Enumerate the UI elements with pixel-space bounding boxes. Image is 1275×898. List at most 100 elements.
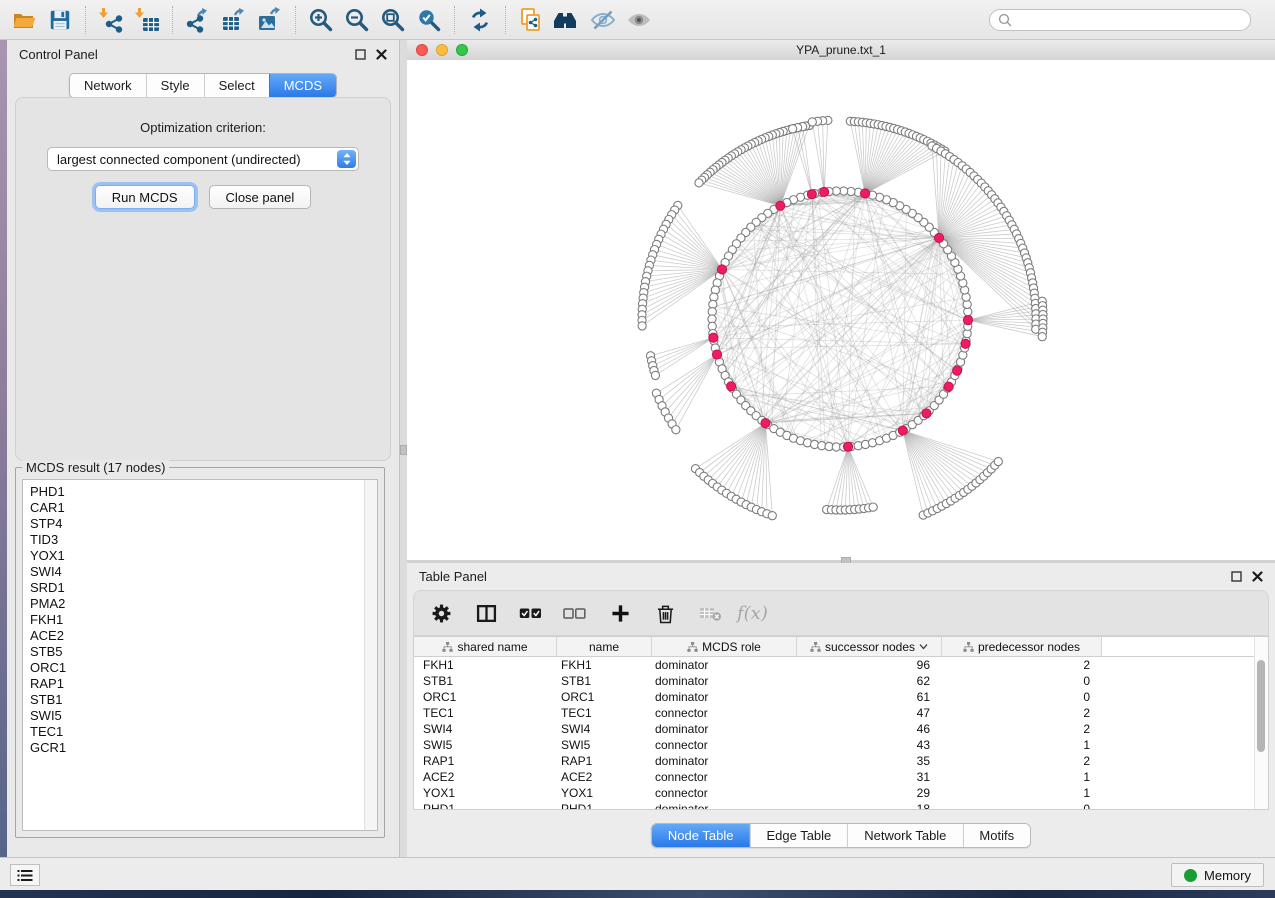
mcds-result-item[interactable]: STP4 [30,516,377,532]
splitter-grip[interactable] [400,445,407,455]
table-cell: 1 [942,786,1102,800]
column-header-label: successor nodes [825,640,915,654]
table-row[interactable]: PHD1PHD1dominator180 [414,801,1268,810]
mcds-result-item[interactable]: YOX1 [30,548,377,564]
show-graphics-icon[interactable] [621,4,657,36]
column-header-MCDS-role[interactable]: MCDS role [652,637,797,657]
search-input[interactable] [989,9,1251,31]
network-canvas[interactable] [407,60,1275,560]
tab-edge-table[interactable]: Edge Table [749,824,847,847]
column-header-name[interactable]: name [557,637,652,657]
import-table-icon[interactable] [129,4,165,36]
table-row[interactable]: SWI5SWI5connector431 [414,737,1268,753]
table-row[interactable]: FKH1FKH1dominator962 [414,657,1268,673]
control-panel-tabs: NetworkStyleSelectMCDS [69,73,337,98]
mcds-result-item[interactable]: FKH1 [30,612,377,628]
close-panel-icon[interactable] [1252,571,1263,582]
select-all-icon[interactable] [519,606,542,621]
column-header-shared-name[interactable]: shared name [414,637,557,657]
tab-motifs[interactable]: Motifs [962,824,1030,847]
table-panel-title: Table Panel [419,569,487,584]
table-cell: 29 [797,786,942,800]
node-table-header: shared namenameMCDS role successor nodes p… [414,637,1268,657]
table-cell: dominator [652,690,797,704]
tab-style[interactable]: Style [146,74,204,97]
memory-button[interactable]: Memory [1171,863,1264,887]
close-window-icon[interactable] [416,44,428,56]
add-column-icon[interactable] [611,604,630,623]
tab-node-table[interactable]: Node Table [652,824,750,847]
mcds-result-item[interactable]: RAP1 [30,676,377,692]
table-row[interactable]: ORC1ORC1dominator610 [414,689,1268,705]
table-scrollbar[interactable] [1254,637,1268,809]
toolbar-separator [172,6,173,34]
table-cell: FKH1 [557,658,652,672]
close-panel-button[interactable]: Close panel [209,185,312,209]
table-cell: dominator [652,754,797,768]
settings-gear-icon[interactable] [431,603,452,624]
run-mcds-button[interactable]: Run MCDS [95,185,195,209]
delete-column-icon[interactable] [656,603,675,624]
vertical-splitter[interactable] [400,40,407,857]
export-network-icon[interactable] [180,4,216,36]
mcds-result-item[interactable]: STB5 [30,644,377,660]
float-panel-icon[interactable] [1231,571,1242,582]
column-header-successor-nodes[interactable]: successor nodes [797,637,942,657]
tab-network-table[interactable]: Network Table [847,824,962,847]
mcds-result-item[interactable]: CAR1 [30,500,377,516]
zoom-in-icon[interactable] [303,4,339,36]
mcds-result-item[interactable]: SRD1 [30,580,377,596]
close-panel-icon[interactable] [376,49,387,60]
mcds-result-item[interactable]: SWI5 [30,708,377,724]
mcds-result-item[interactable]: TEC1 [30,724,377,740]
table-cell: 2 [942,754,1102,768]
minimize-window-icon[interactable] [436,44,448,56]
maximize-window-icon[interactable] [456,44,468,56]
import-network-icon[interactable] [93,4,129,36]
table-row[interactable]: SWI4SWI4dominator462 [414,721,1268,737]
mcds-result-item[interactable]: STB1 [30,692,377,708]
zoom-fit-icon[interactable] [375,4,411,36]
optimization-criterion-select[interactable]: largest connected component (undirected) [47,147,359,171]
toolbar-separator [454,6,455,34]
first-neighbors-icon[interactable] [549,4,585,36]
table-row[interactable]: ACE2ACE2connector311 [414,769,1268,785]
table-cell: 18 [797,802,942,810]
mcds-result-item[interactable]: ORC1 [30,660,377,676]
tab-select[interactable]: Select [204,74,269,97]
table-row[interactable]: YOX1YOX1connector291 [414,785,1268,801]
deselect-all-icon[interactable] [563,606,586,621]
zoom-selected-icon[interactable] [411,4,447,36]
mcds-result-item[interactable]: PHD1 [30,484,377,500]
export-image-icon[interactable] [252,4,288,36]
save-session-icon[interactable] [42,4,78,36]
export-table-icon[interactable] [216,4,252,36]
network-view-titlebar[interactable]: YPA_prune.txt_1 [407,40,1275,61]
status-bar: Memory [0,857,1275,890]
refresh-view-icon[interactable] [462,4,498,36]
zoom-out-icon[interactable] [339,4,375,36]
mcds-result-listbox[interactable]: PHD1CAR1STP4TID3YOX1SWI4SRD1PMA2FKH1ACE2… [22,479,378,831]
open-session-icon[interactable] [6,4,42,36]
duplicate-network-icon[interactable] [513,4,549,36]
float-panel-icon[interactable] [355,49,366,60]
table-row[interactable]: TEC1TEC1connector472 [414,705,1268,721]
table-row[interactable]: RAP1RAP1dominator352 [414,753,1268,769]
node-table-body: FKH1FKH1dominator962STB1STB1dominator620… [414,657,1268,810]
mcds-list-scrollbar[interactable] [364,480,377,830]
table-cell: 35 [797,754,942,768]
table-scrollbar-thumb[interactable] [1257,660,1265,752]
hide-graphics-icon[interactable] [585,4,621,36]
mcds-result-item[interactable]: PMA2 [30,596,377,612]
mcds-result-item[interactable]: GCR1 [30,740,377,756]
mcds-result-item[interactable]: SWI4 [30,564,377,580]
task-history-button[interactable] [10,864,40,886]
column-header-predecessor-nodes[interactable]: predecessor nodes [942,637,1102,657]
tab-network[interactable]: Network [70,74,146,97]
mcds-result-item[interactable]: TID3 [30,532,377,548]
table-row[interactable]: STB1STB1dominator620 [414,673,1268,689]
table-cell: 0 [942,674,1102,688]
split-panel-icon[interactable] [476,603,497,624]
mcds-result-item[interactable]: ACE2 [30,628,377,644]
tab-mcds[interactable]: MCDS [269,74,336,97]
